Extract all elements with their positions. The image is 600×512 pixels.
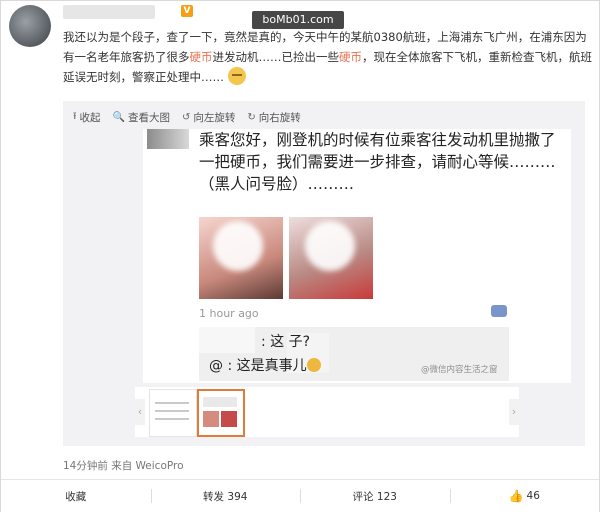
collapse-button[interactable]: ⭱ 收起 — [73, 109, 101, 126]
mention: @ — [209, 358, 223, 374]
name-blur — [199, 327, 255, 353]
comment-text: : 这是真事儿 — [227, 358, 307, 374]
thumb-block — [203, 411, 219, 427]
image-chat-text: 乘客您好，刚登机的时候有位乘客往发动机里抛撒了一把硬币，我们需要进一步排查，请耐… — [199, 131, 556, 193]
hashtag-link-coin[interactable]: 硬币 — [339, 50, 362, 64]
view-large-label: 查看大图 — [127, 111, 170, 124]
face-blur — [305, 221, 355, 271]
thumb-block — [203, 397, 237, 407]
thumbnail-2-selected[interactable] — [197, 389, 245, 437]
rotate-right-icon: ↻ — [247, 111, 256, 123]
post-text: 我还以为是个段子，查了一下，竟然是真的，今天中午的某航0380航班，上海浦东飞广… — [63, 27, 593, 87]
face-blur — [213, 221, 263, 271]
rotate-right-button[interactable]: ↻ 向右旋转 — [247, 110, 300, 125]
rotate-left-icon: ↺ — [181, 111, 191, 123]
photo-1 — [199, 217, 283, 299]
image-credit: @微信内容生活之窗 — [421, 365, 498, 375]
hashtag-link-coin[interactable]: 硬币 — [190, 50, 213, 64]
thumb-line — [155, 418, 189, 420]
thumb-block — [221, 411, 237, 427]
collapse-icon: ⭱ — [73, 110, 77, 122]
comment-button[interactable]: 评论 123 — [300, 480, 450, 512]
wechat-icon — [491, 305, 507, 317]
weibo-post-card: V boMb01.com 我还以为是个段子，查了一下，竟然是真的，今天中午的某航… — [0, 0, 600, 512]
thumbs-up-icon: 👍 — [508, 489, 524, 503]
comment-label: 评论 123 — [352, 490, 397, 503]
timestamp: 1 hour ago — [199, 307, 259, 320]
media-toolbar: ⭱ 收起 🔍 查看大图 ↺ 向左旋转 ↻ 向右旋转 — [73, 109, 301, 125]
smile-emoji-icon — [306, 358, 321, 372]
collapse-label: 收起 — [79, 111, 101, 124]
prev-arrow-icon[interactable]: ‹ — [135, 399, 145, 425]
profile-thumbnail — [147, 129, 189, 149]
thumbnail-1[interactable] — [149, 389, 197, 437]
verified-badge: V — [181, 5, 193, 17]
repost-button[interactable]: 转发 394 — [150, 480, 301, 512]
thumbnail-strip: ‹ › — [135, 387, 519, 437]
rotate-left-button[interactable]: ↺ 向左旋转 — [182, 110, 235, 125]
repost-label: 转发 394 — [203, 490, 248, 503]
favorite-label: 收藏 — [65, 490, 87, 503]
like-button[interactable]: 👍 46 — [449, 480, 600, 512]
favorite-button[interactable]: 收藏 — [1, 480, 151, 512]
post-source: 14分钟前 来自 WeicoPro — [63, 460, 184, 472]
large-image[interactable]: 乘客您好，刚登机的时候有位乘客往发动机里抛撒了一把硬币，我们需要进一步排查，请耐… — [143, 129, 571, 383]
action-bar: 收藏 转发 394 评论 123 👍 46 — [1, 479, 599, 512]
like-count: 46 — [526, 490, 540, 502]
thumb-line — [155, 410, 189, 412]
next-arrow-icon[interactable]: › — [509, 399, 519, 425]
zoom-icon: 🔍 — [112, 111, 125, 123]
photo-2 — [289, 217, 373, 299]
view-large-button[interactable]: 🔍 查看大图 — [113, 110, 170, 125]
rotate-left-label: 向左旋转 — [193, 111, 236, 124]
post-text-part: 进发动机……已捡出一些 — [212, 50, 340, 64]
comment-line-2: @ : 这是真事儿 — [209, 355, 321, 375]
speechless-emoji-icon — [227, 67, 246, 85]
media-viewer: ⭱ 收起 🔍 查看大图 ↺ 向左旋转 ↻ 向右旋转 乘客您好，刚登机的时候有位乘客往发动… — [63, 101, 585, 446]
rotate-right-label: 向右旋转 — [258, 111, 301, 124]
comment-line-1: : 这 子? — [261, 334, 311, 350]
username-blurred[interactable] — [63, 5, 155, 19]
avatar[interactable] — [9, 5, 51, 47]
thumb-line — [155, 402, 189, 404]
